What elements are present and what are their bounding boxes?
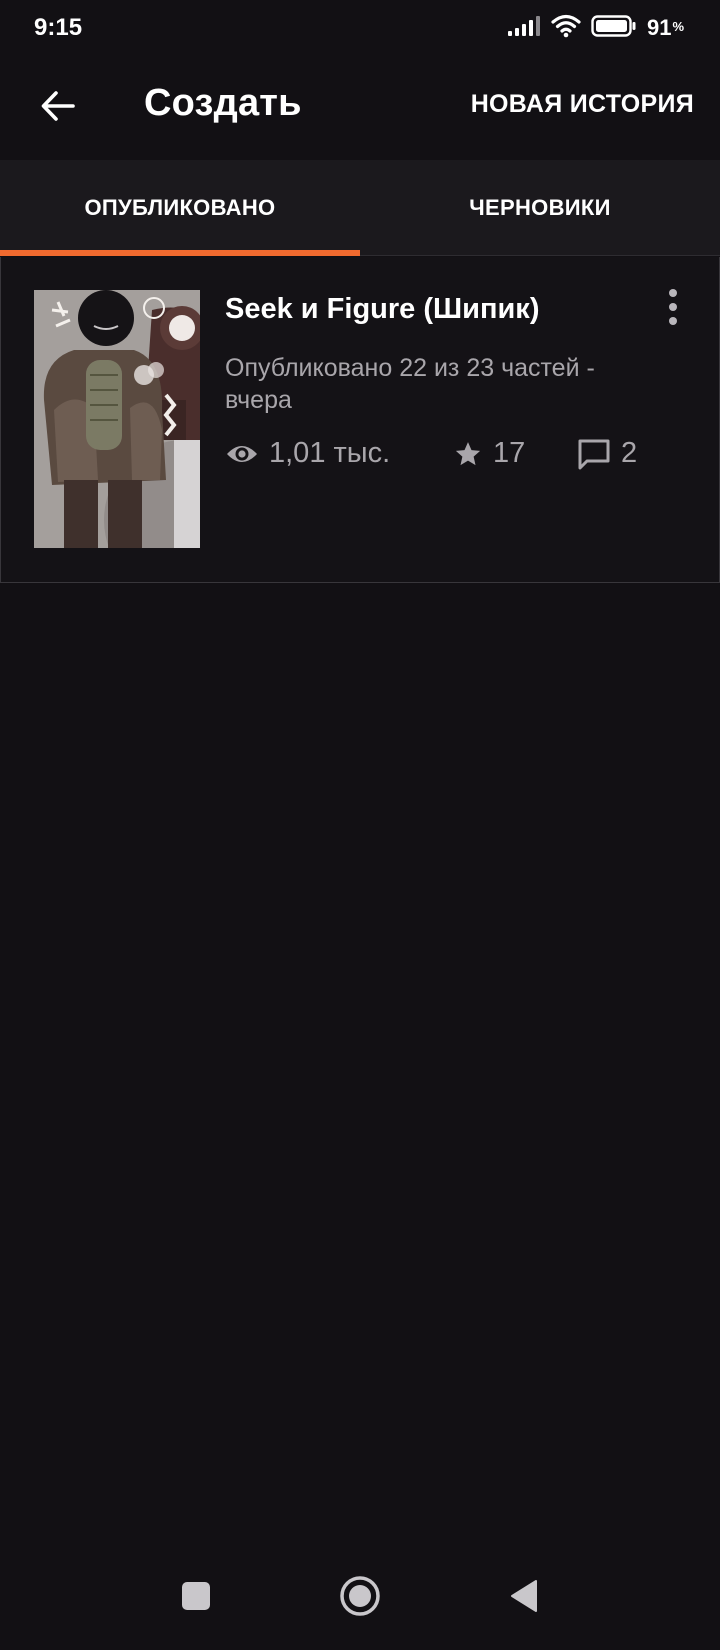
square-icon	[182, 1582, 210, 1610]
story-publish-status-line2: вчера	[225, 386, 292, 414]
tab-drafts[interactable]: ЧЕРНОВИКИ	[360, 160, 720, 256]
story-title[interactable]: Seek и Figure (Шипик)	[225, 293, 539, 326]
battery-percent-sign: %	[672, 19, 684, 34]
tab-bar: ОПУБЛИКОВАНО ЧЕРНОВИКИ	[0, 160, 720, 256]
wifi-icon	[551, 14, 581, 43]
home-button[interactable]	[338, 1574, 382, 1618]
views-count: 1,01 тыс.	[269, 437, 391, 469]
page-title: Создать	[144, 82, 302, 124]
arrow-left-icon	[41, 91, 75, 121]
comment-icon	[578, 439, 610, 469]
system-nav-bar	[0, 1560, 720, 1650]
star-icon	[455, 441, 481, 465]
new-story-button[interactable]: НОВАЯ ИСТОРИЯ	[471, 90, 694, 119]
back-nav-button[interactable]	[504, 1574, 544, 1618]
story-publish-status-line1: Опубликовано 22 из 23 частей -	[225, 354, 595, 382]
recents-button[interactable]	[176, 1576, 216, 1616]
comments-stat: 2	[577, 437, 637, 470]
views-stat: 1,01 тыс.	[225, 437, 453, 470]
circle-home-icon	[340, 1576, 380, 1616]
status-bar: 9:15 91 %	[0, 0, 720, 56]
story-publish-status: Опубликовано 22 из 23 частей - вчера	[225, 352, 665, 416]
more-vert-icon	[669, 289, 677, 297]
active-tab-indicator	[0, 250, 360, 256]
eye-icon	[227, 445, 257, 462]
back-button[interactable]	[30, 78, 86, 134]
more-vert-icon-dot	[669, 317, 677, 325]
battery-icon	[591, 14, 637, 42]
story-card[interactable]: Seek и Figure (Шипик) Опубликовано 22 из…	[0, 257, 720, 583]
votes-stat: 17	[453, 437, 577, 470]
status-time: 9:15	[34, 14, 83, 41]
tab-published[interactable]: ОПУБЛИКОВАНО	[0, 160, 360, 256]
tab-drafts-label: ЧЕРНОВИКИ	[469, 195, 611, 220]
comments-count: 2	[621, 437, 638, 469]
story-cover-image[interactable]	[34, 290, 200, 548]
battery-percent: 91%	[647, 15, 684, 41]
tab-published-label: ОПУБЛИКОВАНО	[84, 195, 276, 220]
battery-percent-value: 91	[646, 15, 672, 40]
more-vert-icon-dot	[669, 303, 677, 311]
signal-icon	[507, 15, 541, 42]
app-bar: Создать НОВАЯ ИСТОРИЯ	[0, 56, 720, 160]
more-options-button[interactable]	[657, 287, 689, 327]
votes-count: 17	[493, 437, 526, 469]
triangle-back-icon	[511, 1580, 537, 1612]
status-icons: 91%	[507, 14, 684, 43]
story-stats: 1,01 тыс. 17 2	[225, 437, 637, 470]
